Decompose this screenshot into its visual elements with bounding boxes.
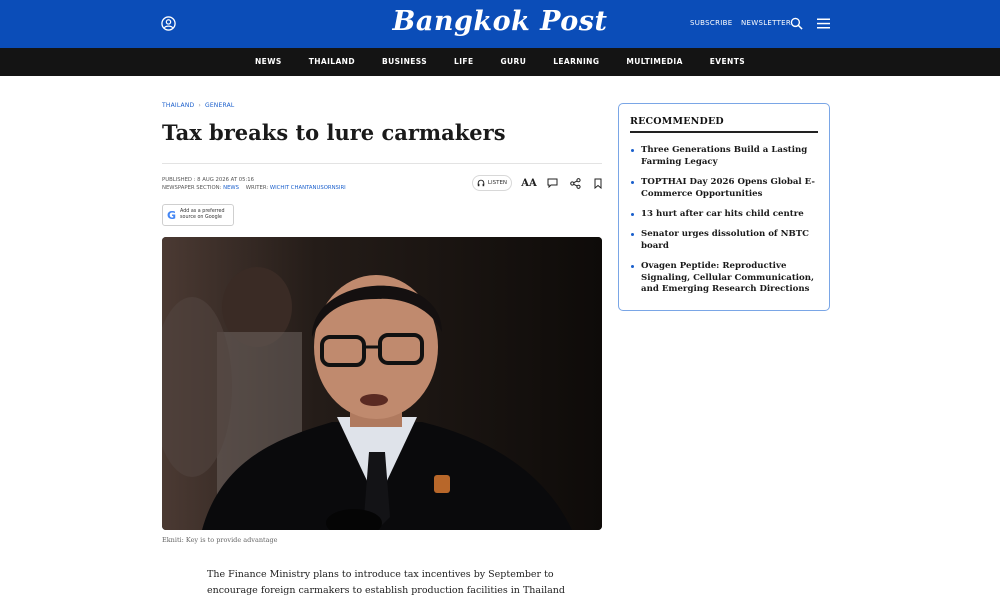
article-meta: PUBLISHED : 8 AUG 2026 AT 05:16 NEWSPAPE…: [162, 176, 346, 192]
body-line-2: encourage foreign carmakers to establish…: [207, 585, 566, 596]
nav-item-life[interactable]: LIFE: [454, 57, 473, 66]
article-photo-image: [162, 237, 602, 530]
listen-button[interactable]: LISTEN: [472, 175, 512, 191]
title-divider: [162, 163, 602, 164]
recommended-item[interactable]: Ovagen Peptide: Reproductive Signaling, …: [630, 261, 818, 296]
comment-button[interactable]: [541, 175, 563, 191]
subscribe-link[interactable]: SUBSCRIBE: [690, 19, 732, 27]
recommended-item[interactable]: 13 hurt after car hits child centre: [630, 209, 818, 221]
photo-caption: Ekniti: Key is to provide advantage: [162, 536, 278, 544]
recommended-item[interactable]: TOPTHAI Day 2026 Opens Global E-Commerce…: [630, 177, 818, 200]
nav-item-learning[interactable]: LEARNING: [553, 57, 599, 66]
bookmark-button[interactable]: [587, 175, 609, 191]
writer-label: WRITER:: [245, 185, 269, 191]
section-label: NEWSPAPER SECTION:: [162, 185, 222, 191]
article-title: Tax breaks to lure carmakers: [162, 120, 506, 145]
font-size-icon: AA: [521, 177, 537, 189]
breadcrumb-general[interactable]: GENERAL: [205, 102, 235, 109]
listen-label: LISTEN: [487, 180, 508, 186]
newsletter-link[interactable]: NEWSLETTER: [741, 19, 791, 27]
nav-item-events[interactable]: EVENTS: [710, 57, 745, 66]
writer-link[interactable]: WICHIT CHANTANUSORNSIRI: [270, 185, 346, 191]
article-actions: LISTEN AA: [472, 175, 609, 191]
nav-item-multimedia[interactable]: MULTIMEDIA: [626, 57, 682, 66]
top-links: SUBSCRIBE NEWSLETTER: [690, 19, 797, 27]
breadcrumb: THAILAND › GENERAL: [162, 102, 234, 109]
google-icon: G: [167, 208, 177, 222]
nav-item-business[interactable]: BUSINESS: [382, 57, 427, 66]
google-badge-line2: source on Google: [180, 215, 222, 220]
share-icon: [569, 177, 581, 189]
headphones-icon: [477, 179, 485, 187]
body-line-1: The Finance Ministry plans to introduce …: [207, 569, 554, 580]
published-date: PUBLISHED : 8 AUG 2026 AT 05:16: [162, 177, 255, 183]
recommended-item[interactable]: Three Generations Build a Lasting Farmin…: [630, 145, 818, 168]
recommended-item[interactable]: Senator urges dissolution of NBTC board: [630, 229, 818, 252]
article-body: The Finance Ministry plans to introduce …: [207, 567, 567, 599]
nav-item-thailand[interactable]: THAILAND: [309, 57, 355, 66]
site-header: Bangkok Post SUBSCRIBE NEWSLETTER: [0, 0, 1000, 48]
recommended-title: RECOMMENDED: [630, 116, 818, 133]
google-preferred-source-button[interactable]: G Add as a preferred source on Google: [162, 204, 234, 226]
article-photo: [162, 237, 602, 530]
nav-item-guru[interactable]: GURU: [500, 57, 526, 66]
search-icon[interactable]: [790, 17, 803, 30]
font-size-button[interactable]: AA: [518, 175, 540, 191]
recommended-panel: RECOMMENDED Three Generations Build a La…: [618, 103, 830, 311]
share-button[interactable]: [564, 175, 586, 191]
nav-item-news[interactable]: NEWS: [255, 57, 282, 66]
bookmark-icon: [594, 178, 602, 189]
section-link[interactable]: NEWS: [223, 185, 239, 191]
site-logo[interactable]: Bangkok Post: [0, 6, 1000, 37]
menu-icon[interactable]: [817, 18, 830, 29]
breadcrumb-chevron-icon: ›: [198, 102, 201, 109]
main-nav: NEWS THAILAND BUSINESS LIFE GURU LEARNIN…: [0, 48, 1000, 76]
breadcrumb-thailand[interactable]: THAILAND: [162, 102, 194, 109]
comment-icon: [547, 178, 557, 188]
